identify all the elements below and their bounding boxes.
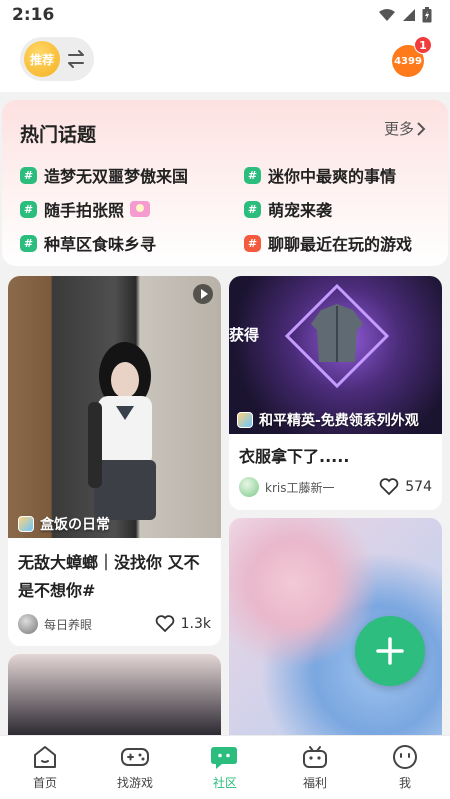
topic-label: 迷你中最爽的事情 bbox=[268, 167, 397, 186]
post-meta: kris工藤新一 574 bbox=[239, 475, 432, 499]
more-topics-link[interactable]: 更多 bbox=[384, 118, 426, 139]
video-play-icon bbox=[193, 284, 213, 304]
top-app-bar: 推荐 4399 1 bbox=[0, 30, 450, 92]
photo-figure-shape bbox=[88, 342, 156, 520]
notification-badge: 1 bbox=[414, 36, 432, 54]
hashtag-icon: # bbox=[20, 234, 37, 252]
feed-post-card[interactable]: 盒饭の日常 无敌大蟑螂｜没找你 又不 是不想你# 每日养眼 1.3k bbox=[8, 276, 221, 646]
feed-post-card[interactable] bbox=[8, 654, 221, 735]
create-post-button[interactable] bbox=[355, 616, 425, 686]
post-title-line-2: 是不想你# bbox=[18, 581, 96, 600]
chevron-right-icon bbox=[417, 121, 426, 136]
post-image[interactable]: 获得 和平精英-免费领系列外观 bbox=[229, 276, 442, 434]
camera-emoji-icon bbox=[130, 201, 151, 217]
feed-switch-toggle[interactable]: 推荐 bbox=[20, 37, 94, 81]
swap-icon bbox=[68, 50, 84, 68]
plus-icon bbox=[376, 637, 404, 665]
nav-item-community[interactable]: 社区 bbox=[180, 736, 270, 799]
home-icon bbox=[34, 746, 56, 768]
post-game-tag[interactable]: 和平精英-免费领系列外观 bbox=[237, 410, 419, 430]
like-button[interactable]: 1.3k bbox=[155, 615, 211, 633]
more-topics-label: 更多 bbox=[384, 120, 415, 138]
topic-item[interactable]: # 造梦无双噩梦傲来国 bbox=[20, 162, 188, 188]
post-title: 衣服拿下了..... bbox=[239, 447, 350, 466]
avatar[interactable] bbox=[239, 477, 259, 497]
gamepad-icon bbox=[121, 748, 149, 766]
battery-icon bbox=[422, 7, 432, 23]
post-image[interactable]: 盒饭の日常 bbox=[8, 276, 221, 538]
like-button[interactable]: 574 bbox=[379, 478, 432, 496]
like-count: 1.3k bbox=[180, 616, 211, 632]
post-image[interactable] bbox=[8, 654, 221, 735]
hashtag-hot-icon: # bbox=[244, 234, 261, 252]
hashtag-icon: # bbox=[20, 200, 37, 218]
post-author[interactable]: 每日养眼 bbox=[44, 616, 155, 633]
heart-icon bbox=[155, 615, 174, 633]
status-bar: 2:16 bbox=[0, 0, 450, 30]
topic-item[interactable]: # 聊聊最近在玩的游戏 bbox=[244, 230, 412, 256]
feed-post-card[interactable]: 获得 和平精英-免费领系列外观 衣服拿下了..... kris工藤新一 574 bbox=[229, 276, 442, 510]
heart-icon bbox=[379, 478, 399, 496]
nav-label: 福利 bbox=[302, 776, 327, 790]
status-icons bbox=[378, 7, 432, 23]
topic-item[interactable]: # 随手拍张照 bbox=[20, 196, 151, 222]
status-time: 2:16 bbox=[12, 5, 55, 25]
topic-label: 造梦无双噩梦傲来国 bbox=[44, 167, 189, 186]
nav-item-me[interactable]: 我 bbox=[360, 736, 450, 799]
topic-item[interactable]: # 迷你中最爽的事情 bbox=[244, 162, 396, 188]
topic-item[interactable]: # 种草区食味乡寻 bbox=[20, 230, 156, 256]
gift-robot-icon bbox=[303, 746, 327, 768]
nav-item-home[interactable]: 首页 bbox=[0, 736, 90, 799]
like-count: 574 bbox=[405, 479, 432, 495]
avatar[interactable] bbox=[18, 614, 38, 634]
recommend-tab-pill[interactable]: 推荐 bbox=[24, 41, 60, 77]
hashtag-icon: # bbox=[244, 200, 261, 218]
post-game-label: 和平精英-免费领系列外观 bbox=[259, 413, 419, 429]
post-game-tag[interactable]: 盒饭の日常 bbox=[18, 514, 110, 534]
topic-label: 萌宠来袭 bbox=[268, 201, 333, 220]
game-thumbnail-icon bbox=[18, 516, 34, 532]
post-meta: 每日养眼 1.3k bbox=[18, 612, 211, 636]
nav-label: 社区 bbox=[212, 776, 237, 790]
image-caption: 获得 bbox=[229, 326, 260, 344]
topic-label: 种草区食味乡寻 bbox=[44, 235, 157, 254]
nav-item-rewards[interactable]: 福利 bbox=[270, 736, 360, 799]
nav-item-find-games[interactable]: 找游戏 bbox=[90, 736, 180, 799]
profile-face-icon bbox=[393, 745, 417, 769]
topic-label: 随手拍张照 bbox=[44, 201, 125, 220]
nav-label: 找游戏 bbox=[116, 776, 153, 790]
hashtag-icon: # bbox=[20, 166, 37, 184]
nav-label: 我 bbox=[398, 776, 411, 790]
post-author[interactable]: kris工藤新一 bbox=[265, 479, 379, 496]
signal-icon bbox=[403, 9, 415, 21]
hashtag-icon: # bbox=[244, 166, 261, 184]
topic-item[interactable]: # 萌宠来袭 bbox=[244, 196, 332, 222]
post-game-label: 盒饭の日常 bbox=[40, 517, 110, 533]
bottom-nav: 首页 找游戏 社区 福利 我 bbox=[0, 735, 450, 799]
jacket-item-shape bbox=[285, 284, 389, 388]
topic-label: 聊聊最近在玩的游戏 bbox=[268, 235, 413, 254]
game-thumbnail-icon bbox=[237, 412, 253, 428]
hot-topics-card: 热门话题 更多 # 造梦无双噩梦傲来国 # 迷你中最爽的事情 # 随手拍张照 #… bbox=[2, 100, 448, 266]
hot-topics-title: 热门话题 bbox=[20, 124, 97, 146]
nav-label: 首页 bbox=[32, 776, 57, 790]
post-title-line-1: 无敌大蟑螂｜没找你 又不 bbox=[18, 553, 200, 572]
chat-bubble-icon bbox=[211, 747, 237, 769]
wifi-icon bbox=[379, 9, 395, 21]
